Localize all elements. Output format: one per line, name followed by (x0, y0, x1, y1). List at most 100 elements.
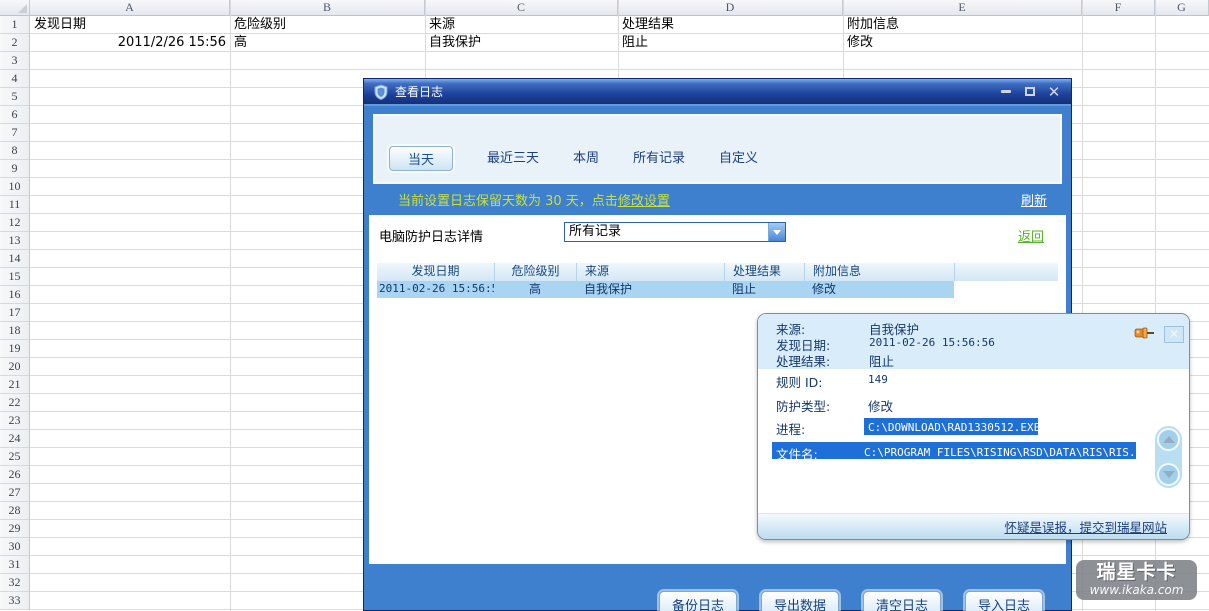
row-header-7[interactable]: 7 (0, 124, 30, 142)
row-header-6[interactable]: 6 (0, 106, 30, 124)
tab-last-three-days[interactable]: 最近三天 (487, 146, 539, 171)
report-false-positive-link[interactable]: 怀疑是误报，提交到瑞星网站 (1004, 517, 1167, 536)
row-header-10[interactable]: 10 (0, 178, 30, 196)
row-header-21[interactable]: 21 (0, 376, 30, 394)
minimize-button[interactable] (998, 85, 1014, 99)
row-header-13[interactable]: 13 (0, 232, 30, 250)
cell-A2[interactable]: 2011/2/26 15:56 (30, 34, 230, 52)
row-header-3[interactable]: 3 (0, 52, 30, 70)
row-header-12[interactable]: 12 (0, 214, 30, 232)
summary-date-value: 2011-02-26 15:56:56 (869, 335, 995, 350)
detail-protect-type-label: 防护类型: (776, 396, 830, 415)
select-all-icon (18, 4, 27, 13)
chevron-down-icon (773, 230, 781, 235)
close-button[interactable]: ✕ (1046, 85, 1062, 99)
dropdown-button[interactable] (768, 223, 785, 241)
column-header-D[interactable]: D (618, 0, 843, 16)
back-link[interactable]: 返回 (1018, 226, 1044, 245)
col-header-date[interactable]: 发现日期 (377, 263, 494, 281)
scroll-up-button[interactable] (1157, 428, 1180, 451)
row-header-24[interactable]: 24 (0, 430, 30, 448)
clear-logs-button[interactable]: 清空日志 (863, 591, 941, 611)
import-logs-button[interactable]: 导入日志 (965, 591, 1043, 611)
cell-C1[interactable]: 来源 (425, 16, 618, 34)
row-header-14[interactable]: 14 (0, 250, 30, 268)
column-header-G[interactable]: G (1155, 0, 1209, 16)
row-header-29[interactable]: 29 (0, 520, 30, 538)
column-header-A[interactable]: A (30, 0, 230, 16)
col-header-result[interactable]: 处理结果 (724, 263, 804, 281)
row-header-8[interactable]: 8 (0, 142, 30, 160)
tab-all-records[interactable]: 所有记录 (633, 146, 685, 171)
col-header-info[interactable]: 附加信息 (804, 263, 954, 281)
row-header-31[interactable]: 31 (0, 556, 30, 574)
dialog-footer: 备份日志 导出数据 清空日志 导入日志 (364, 564, 1071, 610)
backup-logs-button[interactable]: 备份日志 (659, 591, 737, 611)
row-header-17[interactable]: 17 (0, 304, 30, 322)
maximize-button[interactable] (1022, 85, 1038, 99)
row-header-20[interactable]: 20 (0, 358, 30, 376)
row-header-26[interactable]: 26 (0, 466, 30, 484)
row-header-15[interactable]: 15 (0, 268, 30, 286)
grid-line (230, 0, 231, 611)
column-header-B[interactable]: B (230, 0, 425, 16)
modify-settings-link[interactable]: 修改设置 (618, 190, 670, 209)
column-header-E[interactable]: E (843, 0, 1082, 16)
col-header-level[interactable]: 危险级别 (494, 263, 576, 281)
tab-this-week[interactable]: 本周 (573, 146, 599, 171)
row-header-11[interactable]: 11 (0, 196, 30, 214)
summary-result-label: 处理结果: (776, 351, 830, 370)
row-header-9[interactable]: 9 (0, 160, 30, 178)
detail-protect-type-value: 修改 (868, 396, 893, 415)
cell-D1[interactable]: 处理结果 (618, 16, 843, 34)
tab-custom[interactable]: 自定义 (719, 146, 758, 171)
row-header-19[interactable]: 19 (0, 340, 30, 358)
popup-scrollbar[interactable] (1155, 426, 1182, 488)
pushpin-icon[interactable] (1131, 324, 1155, 342)
cell-A1[interactable]: 发现日期 (30, 16, 230, 34)
refresh-link[interactable]: 刷新 (1021, 190, 1047, 209)
cell-level: 高 (494, 281, 576, 298)
cell-E2[interactable]: 修改 (843, 34, 1082, 52)
dialog-title: 查看日志 (395, 83, 990, 100)
cell-B1[interactable]: 危险级别 (230, 16, 425, 34)
row-header-5[interactable]: 5 (0, 88, 30, 106)
footer-buttons: 备份日志 导出数据 清空日志 导入日志 (659, 591, 1043, 611)
column-header-C[interactable]: C (425, 0, 618, 16)
row-header-30[interactable]: 30 (0, 538, 30, 556)
row-header-22[interactable]: 22 (0, 394, 30, 412)
col-header-filler (954, 263, 1058, 281)
select-all-corner[interactable] (0, 0, 30, 16)
log-detail-popup: 来源: 自我保护 发现日期: 2011-02-26 15:56:56 处理结果:… (757, 313, 1190, 540)
record-type-dropdown[interactable]: 所有记录 (564, 222, 786, 242)
cell-E1[interactable]: 附加信息 (843, 16, 1082, 34)
cell-info: 修改 (804, 281, 954, 298)
cell-D2[interactable]: 阻止 (618, 34, 843, 52)
log-table-row[interactable]: 2011-02-26 15:56:56 高 自我保护 阻止 修改 (377, 281, 954, 298)
row-header-1[interactable]: 1 (0, 16, 30, 34)
row-header-28[interactable]: 28 (0, 502, 30, 520)
popup-summary: 来源: 自我保护 发现日期: 2011-02-26 15:56:56 处理结果:… (758, 314, 1189, 369)
close-icon: ✕ (1048, 85, 1061, 99)
detail-process-value[interactable]: C:\DOWNLOAD\RAD1330512.EXE (864, 418, 1038, 435)
cell-B2[interactable]: 高 (230, 34, 425, 52)
row-header-32[interactable]: 32 (0, 574, 30, 592)
arrow-up-icon (1163, 436, 1175, 443)
row-header-4[interactable]: 4 (0, 70, 30, 88)
row-header-23[interactable]: 23 (0, 412, 30, 430)
row-header-25[interactable]: 25 (0, 448, 30, 466)
row-header-16[interactable]: 16 (0, 286, 30, 304)
row-header-33[interactable]: 33 (0, 592, 30, 610)
row-header-2[interactable]: 2 (0, 34, 30, 52)
export-data-button[interactable]: 导出数据 (761, 591, 839, 611)
scroll-down-button[interactable] (1157, 463, 1180, 486)
tab-today[interactable]: 当天 (389, 146, 453, 171)
row-header-27[interactable]: 27 (0, 484, 30, 502)
cell-C2[interactable]: 自我保护 (425, 34, 618, 52)
detail-filename-row[interactable]: 文件名: C:\PROGRAM FILES\RISING\RSD\DATA\RI… (772, 442, 1136, 459)
popup-close-button[interactable]: ✕ (1164, 326, 1184, 343)
column-header-F[interactable]: F (1082, 0, 1155, 16)
dialog-titlebar[interactable]: 查看日志 ✕ (364, 79, 1071, 104)
row-header-18[interactable]: 18 (0, 322, 30, 340)
col-header-source[interactable]: 来源 (576, 263, 724, 281)
